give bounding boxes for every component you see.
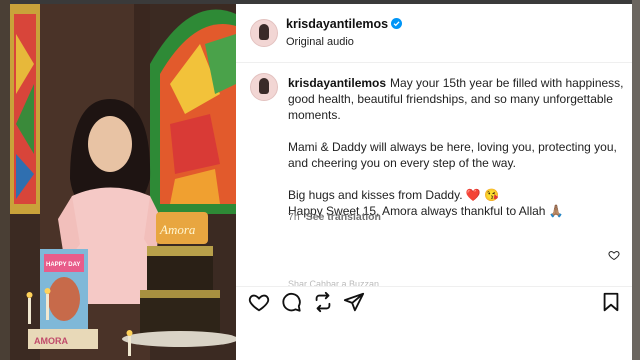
caption-username[interactable]: krisdayantilemos <box>288 76 386 90</box>
repost-icon <box>315 291 331 313</box>
cake-topper: Amora <box>159 222 196 237</box>
heart-icon <box>248 294 270 312</box>
post-modal: Amora HAPPY DAY AMORA krisdayantilemos O… <box>10 4 632 360</box>
post-photo: Amora HAPPY DAY AMORA <box>10 4 236 360</box>
share-button[interactable] <box>343 291 365 313</box>
like-button[interactable] <box>248 291 270 313</box>
timestamp: 7h <box>288 211 300 223</box>
backdrop-left <box>0 0 10 360</box>
action-bar <box>236 287 632 321</box>
backdrop-right <box>632 0 640 360</box>
verified-icon <box>391 18 403 29</box>
see-translation-link[interactable]: See translation <box>306 211 381 223</box>
share-icon <box>343 292 365 312</box>
author-avatar[interactable] <box>250 19 278 47</box>
caption-avatar[interactable] <box>250 73 278 101</box>
caption-area: krisdayantilemos May your 15th year be fi… <box>236 63 632 293</box>
repost-button[interactable] <box>312 291 334 313</box>
caption-text: krisdayantilemos May your 15th year be fi… <box>288 75 624 219</box>
save-icon <box>603 292 619 312</box>
poster-text: HAPPY DAY <box>46 262 80 268</box>
post-media[interactable]: Amora HAPPY DAY AMORA <box>10 4 236 360</box>
author-username[interactable]: krisdayantilemos <box>286 17 403 31</box>
cake-side-text: AMORA <box>34 336 68 346</box>
author-username-text[interactable]: krisdayantilemos <box>286 17 388 31</box>
caption-paragraph-2: Mami & Daddy will always be here, loving… <box>288 140 617 170</box>
caption-like-icon[interactable] <box>608 249 620 261</box>
post-header: krisdayantilemos Original audio <box>236 4 632 63</box>
post-panel: krisdayantilemos Original audio krisdaya… <box>236 4 632 360</box>
save-button[interactable] <box>600 291 622 313</box>
caption-meta: 7h See translation <box>288 211 381 223</box>
audio-label[interactable]: Original audio <box>286 36 354 48</box>
caption-line-hugs: Big hugs and kisses from Daddy. ❤️ 😘 <box>288 188 500 202</box>
comment-icon <box>282 292 301 312</box>
comment-button[interactable] <box>280 291 302 313</box>
